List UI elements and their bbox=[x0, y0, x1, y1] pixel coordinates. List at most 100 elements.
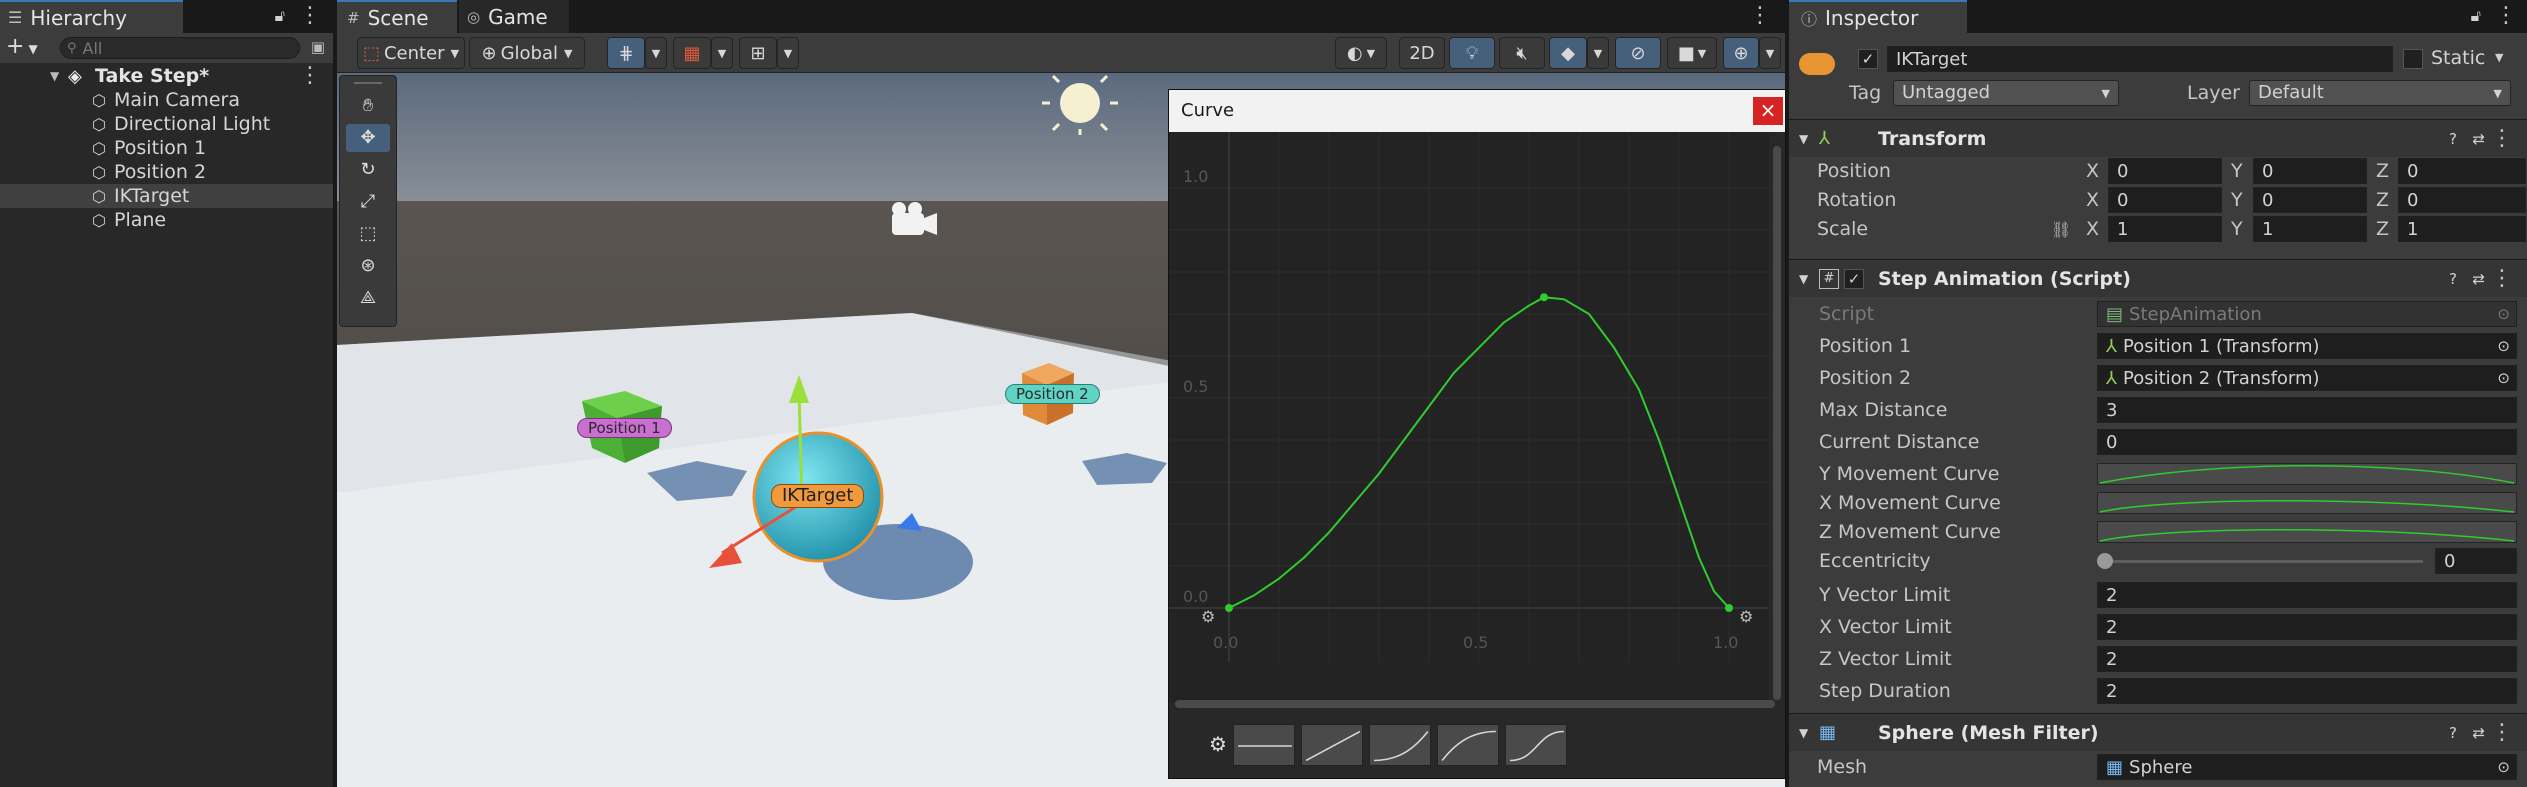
object-name-field[interactable]: IKTarget bbox=[1887, 46, 2393, 72]
z-curve-field[interactable] bbox=[2097, 521, 2517, 543]
component-menu-icon[interactable]: ⋮ bbox=[2491, 721, 2513, 744]
help-icon[interactable]: ? bbox=[2449, 724, 2457, 742]
position1-label[interactable]: Position 1 bbox=[577, 418, 672, 438]
move-tool-button[interactable]: ✥ bbox=[346, 124, 390, 152]
curve-titlebar[interactable]: Curve × bbox=[1169, 90, 1785, 132]
constrain-proportions-icon[interactable]: ⛓ bbox=[2051, 220, 2071, 239]
component-menu-icon[interactable]: ⋮ bbox=[2491, 267, 2513, 290]
iktarget-label[interactable]: IKTarget bbox=[771, 484, 865, 508]
max-distance-field[interactable]: 3 bbox=[2097, 397, 2517, 423]
lighting-button[interactable]: 💡︎ bbox=[1449, 37, 1495, 69]
hierarchy-item[interactable]: ⬡ IKTarget bbox=[0, 184, 333, 208]
scale-z-field[interactable]: 1 bbox=[2398, 216, 2526, 242]
mode-2d-button[interactable]: 2D bbox=[1399, 37, 1445, 69]
shading-mode-button[interactable]: ◐ ▼ bbox=[1335, 37, 1387, 69]
help-icon[interactable]: ? bbox=[2449, 130, 2457, 148]
hand-tool-button[interactable]: ✋︎ bbox=[346, 92, 390, 120]
transform-tool-button[interactable]: ⊛ bbox=[346, 252, 390, 280]
eccentricity-slider-track[interactable] bbox=[2101, 560, 2423, 563]
position-y-field[interactable]: 0 bbox=[2253, 158, 2367, 184]
component-menu-icon[interactable]: ⋮ bbox=[2491, 127, 2513, 150]
chevron-down-icon[interactable]: ▼ bbox=[2495, 51, 2503, 64]
preset-icon[interactable]: ⇄ bbox=[2472, 724, 2485, 742]
position-x-field[interactable]: 0 bbox=[2108, 158, 2222, 184]
foldout-arrow-icon[interactable]: ▼ bbox=[50, 69, 59, 83]
object-picker-icon[interactable]: ⊙ bbox=[2497, 758, 2510, 776]
y-curve-field[interactable] bbox=[2097, 463, 2517, 485]
transform-header[interactable]: ▼ ⅄ Transform ? ⇄ ⋮ bbox=[1789, 119, 2527, 157]
hierarchy-item[interactable]: ⬡ Position 1 bbox=[0, 136, 333, 160]
scale-x-field[interactable]: 1 bbox=[2108, 216, 2222, 242]
preset-ease-in-out-button[interactable] bbox=[1505, 724, 1567, 766]
grid-snap-dropdown[interactable]: ▼ bbox=[645, 37, 667, 69]
rect-tool-button[interactable]: ⬚ bbox=[346, 220, 390, 248]
hidden-objects-button[interactable]: ⊘ bbox=[1615, 37, 1661, 69]
curve-close-button[interactable]: × bbox=[1753, 97, 1783, 125]
lock-icon[interactable]: 🔓︎ bbox=[2471, 6, 2481, 26]
eccentricity-field[interactable]: 0 bbox=[2435, 548, 2517, 574]
key-settings-gear-icon[interactable]: ⚙ bbox=[1201, 607, 1215, 626]
preset-icon[interactable]: ⇄ bbox=[2472, 130, 2485, 148]
mesh-filter-header[interactable]: ▼ ▦ Sphere (Mesh Filter) ? ⇄ ⋮ bbox=[1789, 713, 2527, 751]
object-picker-icon[interactable]: ⊙ bbox=[2497, 369, 2510, 387]
gizmos-button[interactable]: ⊕ bbox=[1723, 37, 1759, 69]
grid-snap-button[interactable]: ⋕ bbox=[607, 37, 645, 69]
filter-icon[interactable]: ▣ bbox=[311, 38, 325, 56]
step-duration-field[interactable]: 2 bbox=[2097, 678, 2517, 704]
tag-dropdown[interactable]: Untagged ▼ bbox=[1893, 80, 2119, 106]
position1-object-field[interactable]: ⅄ Position 1 (Transform) ⊙ bbox=[2097, 333, 2517, 359]
hierarchy-item[interactable]: ⬡ Directional Light bbox=[0, 112, 333, 136]
grid-visibility-dropdown[interactable]: ▼ bbox=[711, 37, 733, 69]
static-checkbox[interactable] bbox=[2403, 49, 2423, 69]
enabled-checkbox[interactable]: ✓ bbox=[1844, 268, 1864, 289]
position2-object-field[interactable]: ⅄ Position 2 (Transform) ⊙ bbox=[2097, 365, 2517, 391]
presets-gear-icon[interactable]: ⚙ bbox=[1209, 732, 1227, 756]
current-distance-field[interactable]: 0 bbox=[2097, 429, 2517, 455]
curve-graph-area[interactable]: 1.0 0.5 0.0 0.0 0.5 1.0 ⚙ ⚙ bbox=[1169, 132, 1775, 708]
increment-snap-button[interactable]: ⊞ bbox=[739, 37, 777, 69]
hierarchy-item[interactable]: ⬡ Position 2 bbox=[0, 160, 333, 184]
layer-dropdown[interactable]: Default ▼ bbox=[2249, 80, 2511, 106]
camera-button[interactable]: ■ ▼ bbox=[1667, 37, 1717, 69]
lock-icon[interactable]: 🔓︎ bbox=[275, 6, 285, 26]
audio-button[interactable]: 🔇︎ bbox=[1499, 37, 1545, 69]
x-limit-field[interactable]: 2 bbox=[2097, 614, 2517, 640]
key-settings-gear-icon[interactable]: ⚙ bbox=[1739, 607, 1753, 626]
tab-scene[interactable]: # Scene bbox=[337, 0, 457, 33]
y-limit-field[interactable]: 2 bbox=[2097, 582, 2517, 608]
preset-icon[interactable]: ⇄ bbox=[2472, 270, 2485, 288]
gizmos-dropdown[interactable]: ▼ bbox=[1759, 37, 1781, 69]
mesh-object-field[interactable]: ▦ Sphere ⊙ bbox=[2097, 754, 2517, 780]
curve-graph[interactable]: 1.00.50.00.0 0.5 1.0⚙ ⚙ bbox=[1169, 132, 1769, 702]
preset-ease-out-button[interactable] bbox=[1437, 724, 1499, 766]
more-menu-icon[interactable]: ⋮ bbox=[2495, 5, 2517, 27]
custom-tool-button[interactable]: ⟁ bbox=[346, 284, 390, 312]
tab-hierarchy[interactable]: ☰ Hierarchy bbox=[0, 0, 183, 33]
hierarchy-item[interactable]: ⬡ Main Camera bbox=[0, 88, 333, 112]
x-curve-field[interactable] bbox=[2097, 492, 2517, 514]
scene-menu-icon[interactable]: ⋮ bbox=[299, 65, 321, 87]
pivot-dropdown[interactable]: ⬚ Center ▼ bbox=[357, 37, 465, 69]
rotate-tool-button[interactable]: ↻ bbox=[346, 156, 390, 184]
position-z-field[interactable]: 0 bbox=[2398, 158, 2526, 184]
curve-key[interactable] bbox=[1540, 293, 1548, 302]
object-picker-icon[interactable]: ⊙ bbox=[2497, 337, 2510, 355]
rotation-z-field[interactable]: 0 bbox=[2398, 187, 2526, 213]
curve-scrollbar-v[interactable] bbox=[1773, 146, 1781, 700]
active-checkbox[interactable]: ✓ bbox=[1858, 49, 1878, 69]
scene-root-row[interactable]: ▼ ◈ Take Step* ⋮ bbox=[0, 64, 333, 88]
rotation-y-field[interactable]: 0 bbox=[2253, 187, 2367, 213]
eccentricity-slider-thumb[interactable] bbox=[2097, 553, 2113, 569]
preset-ease-in-button[interactable] bbox=[1369, 724, 1431, 766]
more-menu-icon[interactable]: ⋮ bbox=[299, 5, 321, 27]
help-icon[interactable]: ? bbox=[2449, 270, 2457, 288]
curve-key[interactable] bbox=[1225, 604, 1233, 612]
effects-button[interactable]: ◆ bbox=[1549, 37, 1587, 69]
grid-visibility-button[interactable]: ▦ bbox=[673, 37, 711, 69]
space-dropdown[interactable]: ⊕ Global ▼ bbox=[469, 37, 585, 69]
increment-snap-dropdown[interactable]: ▼ bbox=[777, 37, 799, 69]
position2-label[interactable]: Position 2 bbox=[1005, 384, 1100, 404]
palette-grip[interactable] bbox=[354, 82, 382, 84]
add-button[interactable]: + ▼ bbox=[6, 34, 38, 59]
hierarchy-item[interactable]: ⬡ Plane bbox=[0, 208, 333, 232]
